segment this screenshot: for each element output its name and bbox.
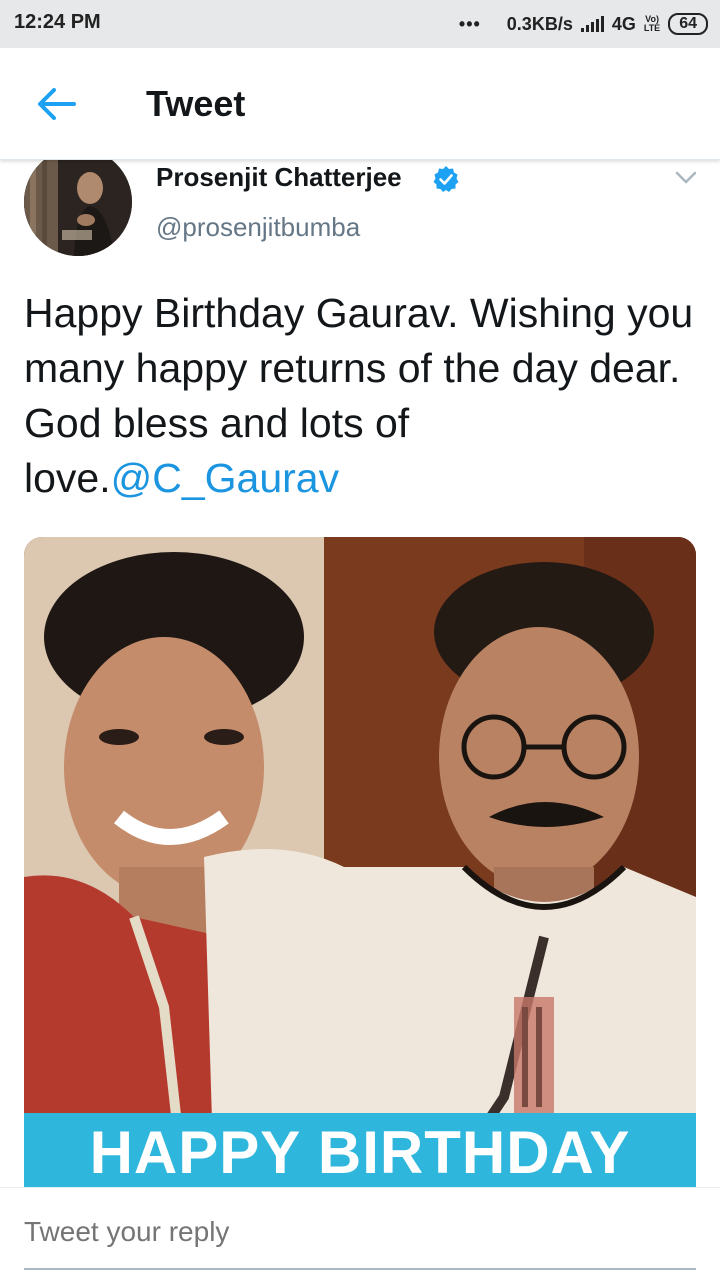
verified-badge-icon (433, 166, 459, 192)
battery-icon: 64 (668, 13, 708, 35)
media-photo (24, 537, 696, 1187)
chevron-down-icon[interactable] (674, 170, 698, 186)
signal-icon (580, 16, 604, 32)
reply-bar (0, 1187, 720, 1280)
avatar-image (24, 148, 132, 256)
status-bar: 12:24 PM ••• 0.3KB/s 4G Vo) LTE 64 (0, 0, 720, 48)
mention-link[interactable]: @C_Gaurav (111, 455, 339, 501)
network-type: 4G (611, 13, 636, 34)
reply-input[interactable] (24, 1216, 696, 1248)
back-button[interactable] (34, 84, 78, 124)
app-bar: Tweet (0, 48, 720, 160)
page-title: Tweet (146, 83, 246, 124)
network-speed: 0.3KB/s (506, 13, 573, 34)
tweet-media[interactable]: HAPPY BIRTHDAY (24, 537, 696, 1187)
avatar[interactable] (24, 148, 132, 256)
arrow-left-icon (38, 88, 76, 120)
author-name[interactable]: Prosenjit Chatterjee (156, 162, 402, 193)
tweet-text: Happy Birthday Gaurav. Wishing you many … (24, 286, 696, 506)
volte-icon: Vo) LTE (644, 15, 660, 33)
volte-bottom: LTE (643, 23, 661, 33)
author-handle[interactable]: @prosenjitbumba (156, 212, 360, 243)
media-banner-text: HAPPY BIRTHDAY (89, 1119, 631, 1186)
status-indicators: ••• 0.3KB/s 4G Vo) LTE 64 (459, 10, 708, 38)
status-time: 12:24 PM (14, 11, 101, 33)
notification-dots: ••• (458, 13, 481, 34)
reply-underline (24, 1268, 696, 1270)
